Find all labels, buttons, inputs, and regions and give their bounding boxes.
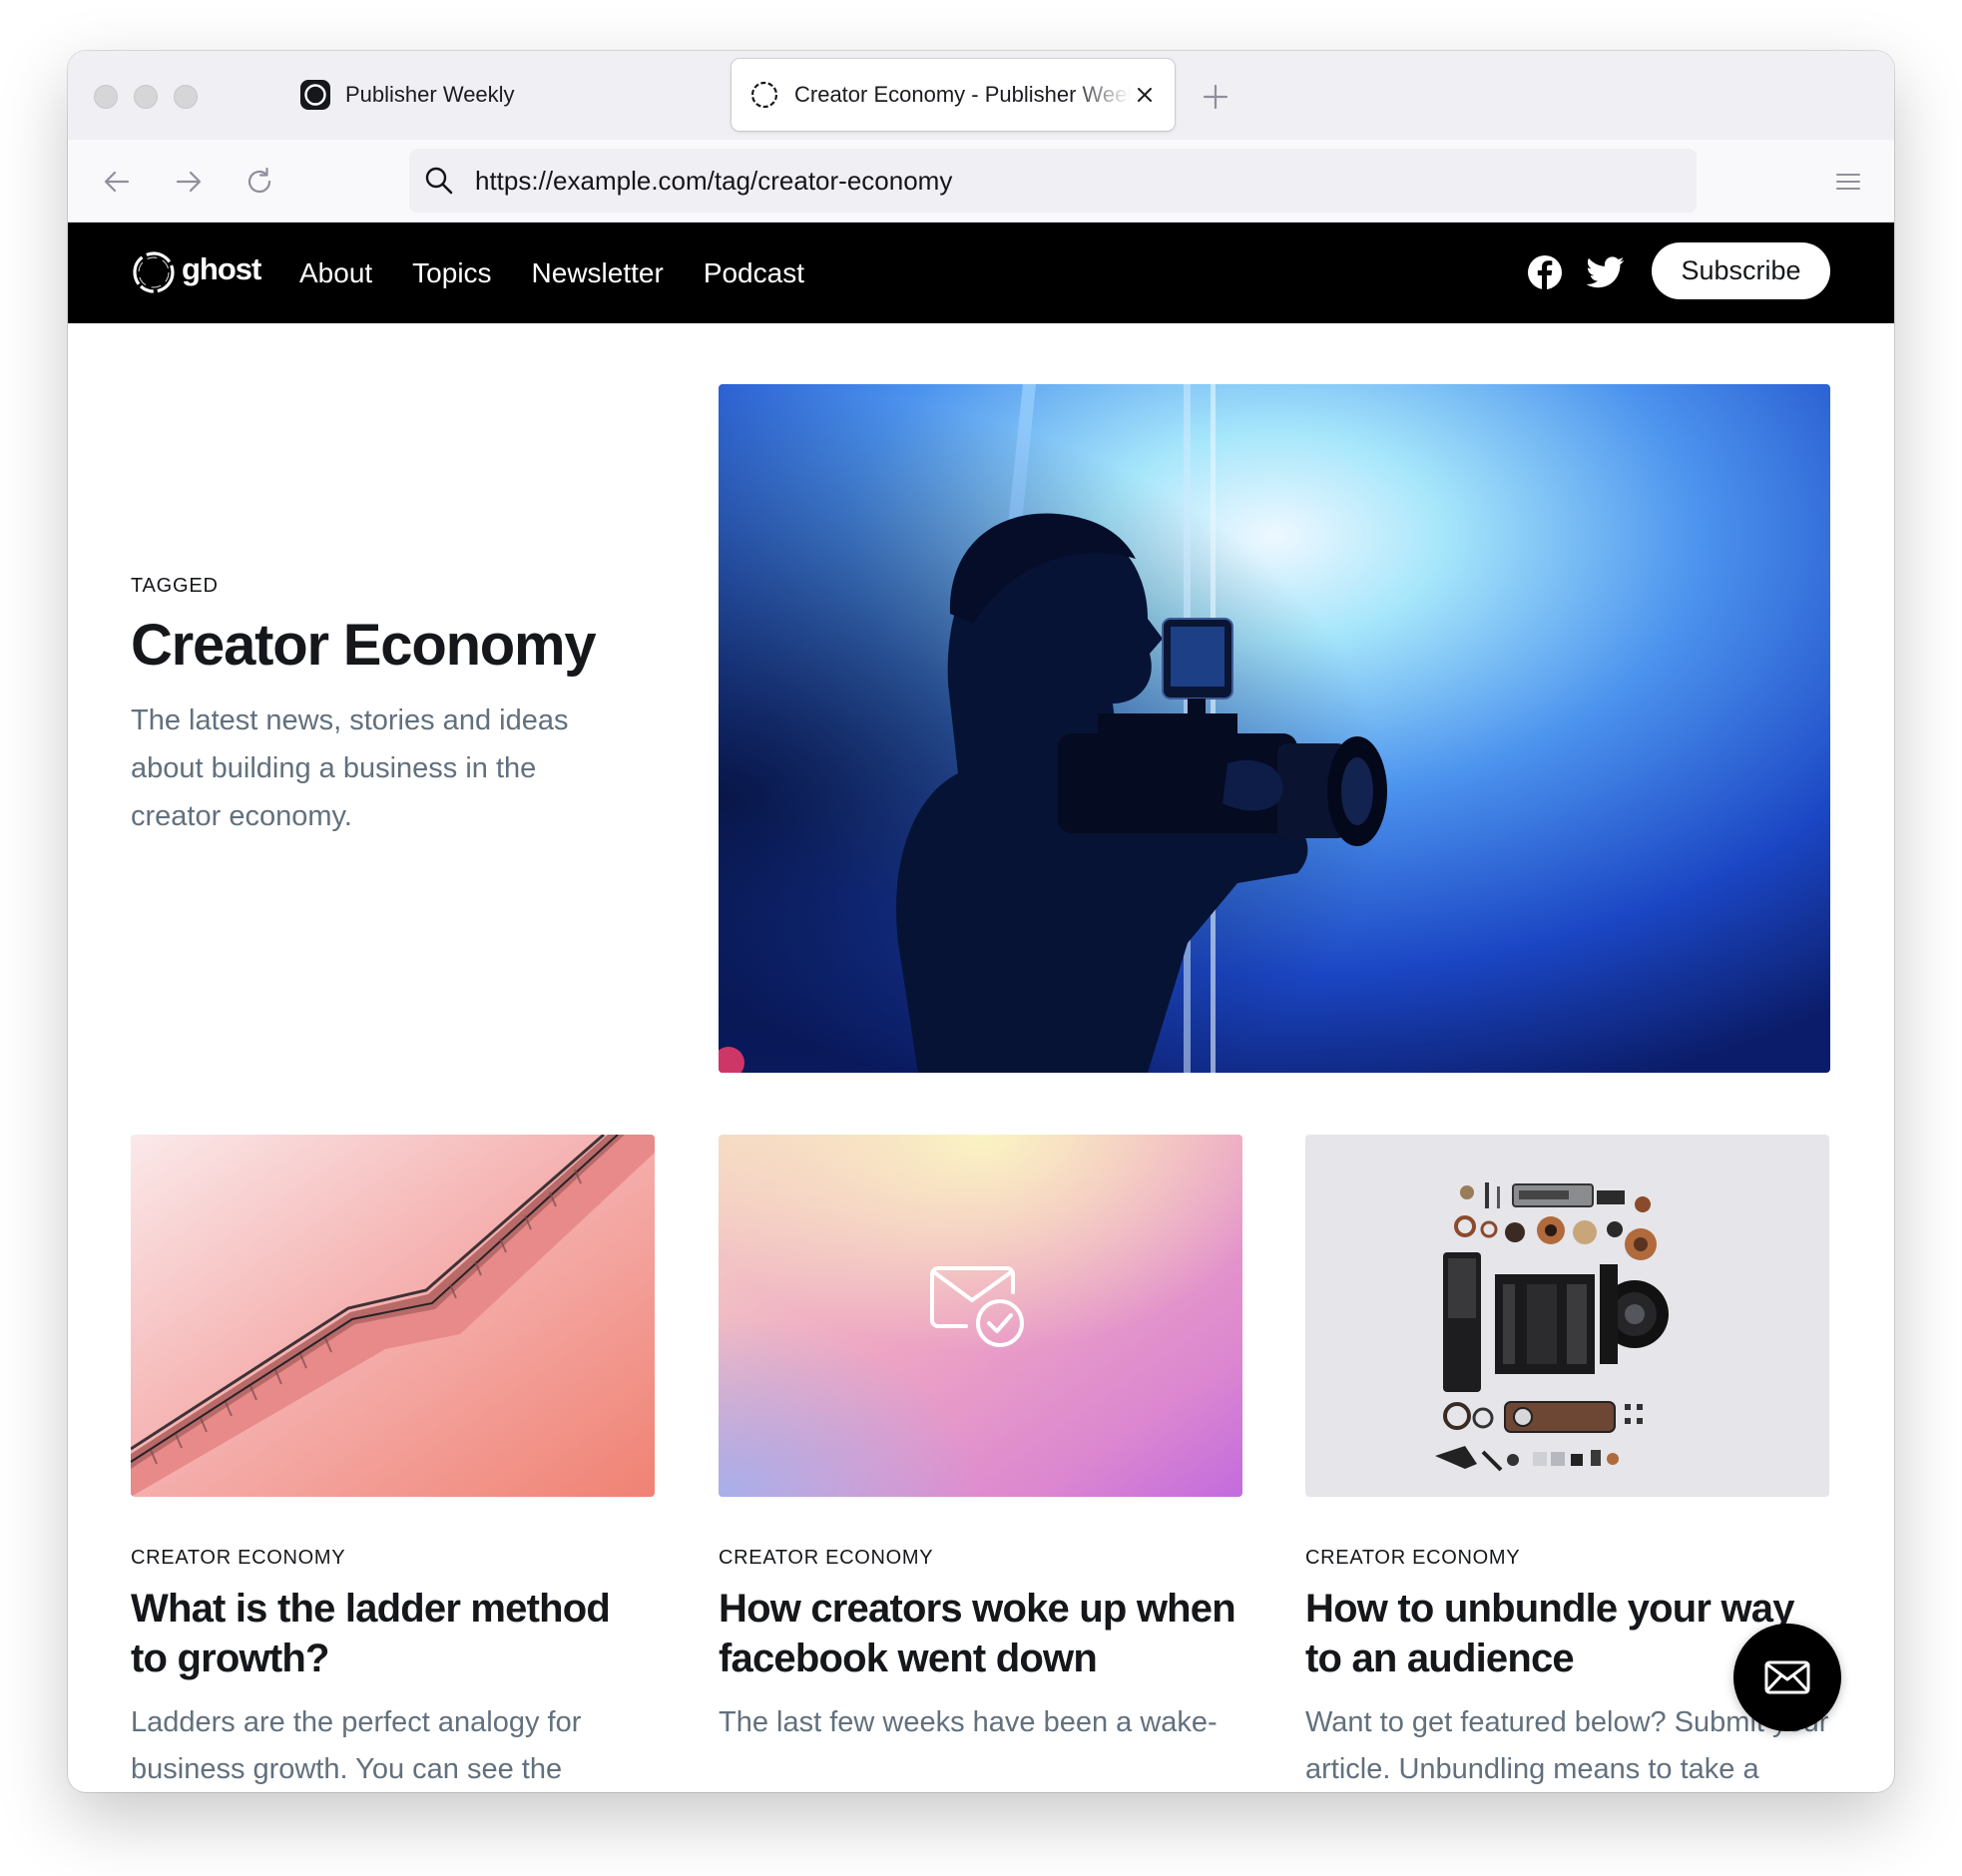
post-excerpt: The last few weeks have been a wake- — [719, 1706, 1218, 1738]
app-menu-button[interactable] — [1826, 160, 1870, 204]
logo-text: ghost — [182, 251, 261, 286]
address-bar[interactable]: https://example.com/tag/creator-economy — [409, 149, 1697, 213]
window-minimize-button[interactable] — [134, 85, 158, 109]
url-text: https://example.com/tag/creator-economy — [475, 165, 953, 196]
tab-title: Publisher Weekly — [345, 82, 515, 107]
plus-icon — [1203, 84, 1228, 110]
newsletter-fab-button[interactable] — [1733, 1624, 1841, 1731]
tag-feature-image — [719, 384, 1830, 1073]
nav-newsletter[interactable]: Newsletter — [532, 257, 664, 289]
tab-title: Creator Economy - Publisher Weekly — [794, 82, 1131, 107]
facebook-icon — [1528, 255, 1562, 289]
back-button[interactable] — [95, 160, 139, 204]
post-title[interactable]: How creators woke up when facebook went … — [719, 1584, 1242, 1683]
tab-publisher-weekly[interactable]: Publisher Weekly — [282, 59, 781, 131]
publisher-favicon-icon — [300, 80, 330, 110]
site-header: ghost About Topics Newsletter Podcast Su… — [68, 223, 1894, 323]
staircase-image — [131, 1135, 655, 1497]
window-close-button[interactable] — [94, 85, 118, 109]
post-card[interactable]: CREATOR ECONOMY How creators woke up whe… — [719, 1135, 1242, 1746]
search-icon — [425, 167, 453, 195]
post-card[interactable]: CREATOR ECONOMY What is the ladder metho… — [131, 1135, 655, 1792]
twitter-link[interactable] — [1587, 253, 1625, 291]
reload-button[interactable] — [238, 160, 281, 204]
new-tab-button[interactable] — [1198, 79, 1233, 115]
tag-header: TAGGED Creator Economy The latest news, … — [131, 575, 650, 840]
forward-button[interactable] — [167, 160, 211, 204]
reload-icon — [247, 167, 271, 194]
arrow-left-icon — [104, 171, 130, 193]
nav-podcast[interactable]: Podcast — [704, 257, 804, 289]
post-tag[interactable]: CREATOR ECONOMY — [719, 1547, 1242, 1570]
post-excerpt: Ladders are the perfect analogy for busi… — [131, 1706, 582, 1785]
gradient-email-image — [719, 1135, 1242, 1497]
subscribe-button[interactable]: Subscribe — [1652, 242, 1830, 299]
post-image — [1305, 1135, 1829, 1497]
ghost-logo-icon — [133, 251, 175, 293]
envelope-icon — [1764, 1660, 1810, 1694]
post-title[interactable]: What is the ladder method to growth? — [131, 1584, 655, 1683]
nav-topics[interactable]: Topics — [412, 257, 491, 289]
main-nav: About Topics Newsletter Podcast — [299, 223, 844, 323]
nav-about[interactable]: About — [299, 257, 372, 289]
post-tag[interactable]: CREATOR ECONOMY — [1305, 1547, 1829, 1570]
facebook-link[interactable] — [1526, 253, 1564, 291]
tagged-label: TAGGED — [131, 575, 219, 597]
ghost-favicon-icon — [750, 81, 778, 109]
tab-creator-economy[interactable]: Creator Economy - Publisher Weekly — [732, 59, 1175, 131]
window-zoom-button[interactable] — [174, 85, 198, 109]
tag-title: Creator Economy — [131, 613, 597, 678]
browser-toolbar: https://example.com/tag/creator-economy — [68, 140, 1894, 223]
browser-window: Publisher Weekly Creator Economy - Publi… — [68, 51, 1894, 1792]
camera-operator-image — [719, 384, 1830, 1073]
tab-strip: Publisher Weekly Creator Economy - Publi… — [68, 51, 1894, 140]
arrow-right-icon — [176, 171, 202, 193]
post-image — [131, 1135, 655, 1497]
close-icon — [1138, 88, 1152, 102]
hamburger-menu-icon — [1836, 174, 1860, 190]
post-tag[interactable]: CREATOR ECONOMY — [131, 1547, 655, 1570]
camera-parts-image — [1305, 1135, 1829, 1497]
tab-close-button[interactable] — [1131, 81, 1159, 109]
tag-description: The latest news, stories and ideas about… — [131, 704, 569, 832]
twitter-icon — [1587, 256, 1625, 288]
post-image — [719, 1135, 1242, 1497]
site-logo[interactable]: ghost — [130, 247, 261, 297]
